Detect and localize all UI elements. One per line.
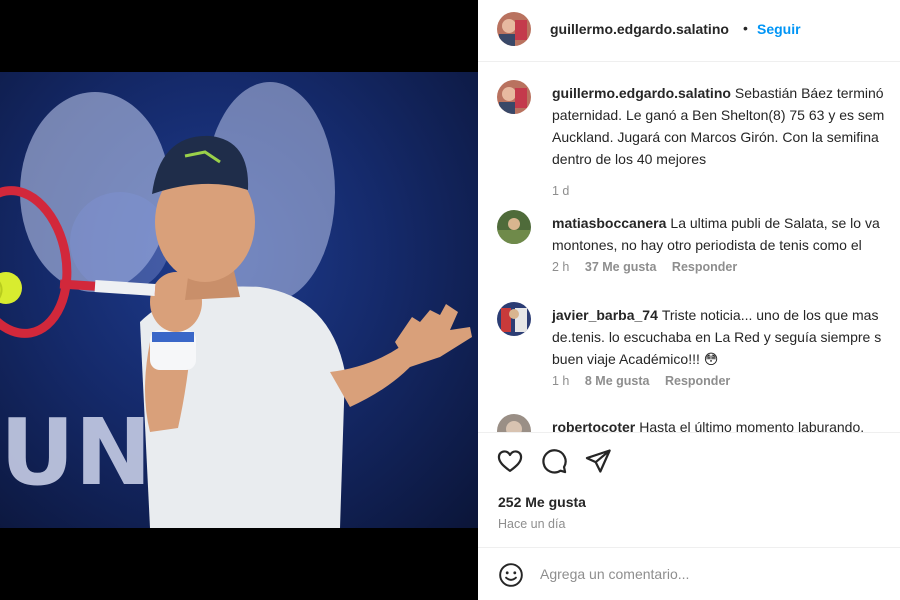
- comment-line: La ultima publi de Salata, se lo va: [670, 215, 880, 231]
- instagram-post-view: UNI guillermo.edgardo.salatino • Seguir …: [0, 0, 900, 600]
- caption-meta: 1 d: [552, 184, 581, 198]
- comment-time: 1 h: [552, 374, 570, 388]
- comment-likes[interactable]: 37 Me gusta: [585, 260, 657, 274]
- caption-avatar[interactable]: [497, 80, 531, 114]
- comment-avatar[interactable]: [497, 302, 531, 336]
- post-photo[interactable]: UNI: [0, 72, 478, 528]
- comment-username[interactable]: matiasboccanera: [552, 215, 666, 231]
- comments-list[interactable]: guillermo.edgardo.salatino Sebastián Báez…: [478, 62, 900, 432]
- separator-dot: •: [743, 20, 748, 36]
- post-time: Hace un día: [498, 517, 566, 531]
- comment-text: matiasboccanera La ultima publi de Salata…: [552, 212, 900, 256]
- comment-text: robertocoter Hasta el último momento labu…: [552, 416, 900, 432]
- follow-button[interactable]: Seguir: [757, 21, 801, 37]
- post-actions: 252 Me gusta Hace un día: [478, 432, 900, 547]
- tennis-player-illustration: UNI: [0, 82, 472, 528]
- caption-line: paternidad. Le ganó a Ben Shelton(8) 75 …: [552, 107, 885, 123]
- comment-line: de.tenis. lo escuchaba en La Red y seguí…: [552, 329, 882, 345]
- author-avatar[interactable]: [497, 12, 531, 46]
- comment-avatar[interactable]: [497, 414, 531, 432]
- comment-likes[interactable]: 8 Me gusta: [585, 374, 650, 388]
- caption-line: Auckland. Jugará con Marcos Girón. Con l…: [552, 129, 879, 145]
- author-username[interactable]: guillermo.edgardo.salatino: [550, 21, 729, 37]
- likes-count[interactable]: 252 Me gusta: [498, 494, 586, 510]
- share-icon[interactable]: [584, 447, 612, 475]
- caption-username[interactable]: guillermo.edgardo.salatino: [552, 85, 731, 101]
- comment-input[interactable]: [540, 561, 880, 587]
- caption-line: dentro de los 40 mejores: [552, 151, 707, 167]
- caption-text: guillermo.edgardo.salatino Sebastián Báez…: [552, 82, 900, 170]
- post-header: guillermo.edgardo.salatino • Seguir: [478, 0, 900, 62]
- comment-meta: 1 h 8 Me gusta Responder: [552, 374, 742, 388]
- comment-text: javier_barba_74 Triste noticia... uno de …: [552, 304, 900, 370]
- comment-icon[interactable]: [540, 447, 568, 475]
- media-pane: UNI: [0, 0, 478, 600]
- reply-button[interactable]: Responder: [672, 260, 737, 274]
- add-comment-bar: [478, 547, 900, 600]
- comment-line: montones, no hay otro periodista de teni…: [552, 237, 862, 253]
- heart-icon[interactable]: [496, 447, 524, 475]
- comment-line: Triste noticia... uno de los que mas: [661, 307, 879, 323]
- emoji-icon[interactable]: [498, 562, 524, 588]
- comment-meta: 2 h 37 Me gusta Responder: [552, 260, 749, 274]
- reply-button[interactable]: Responder: [665, 374, 730, 388]
- comment-line: buen viaje Académico!!! 😳: [552, 351, 719, 367]
- comment-time: 2 h: [552, 260, 570, 274]
- comment-avatar[interactable]: [497, 210, 531, 244]
- caption-time: 1 d: [552, 184, 570, 198]
- comment-line: Hasta el último momento laburando.: [639, 419, 865, 432]
- caption-line: Sebastián Báez terminó: [734, 85, 884, 101]
- comment-username[interactable]: robertocoter: [552, 419, 635, 432]
- comment-username[interactable]: javier_barba_74: [552, 307, 658, 323]
- post-sidebar: guillermo.edgardo.salatino • Seguir guil…: [478, 0, 900, 600]
